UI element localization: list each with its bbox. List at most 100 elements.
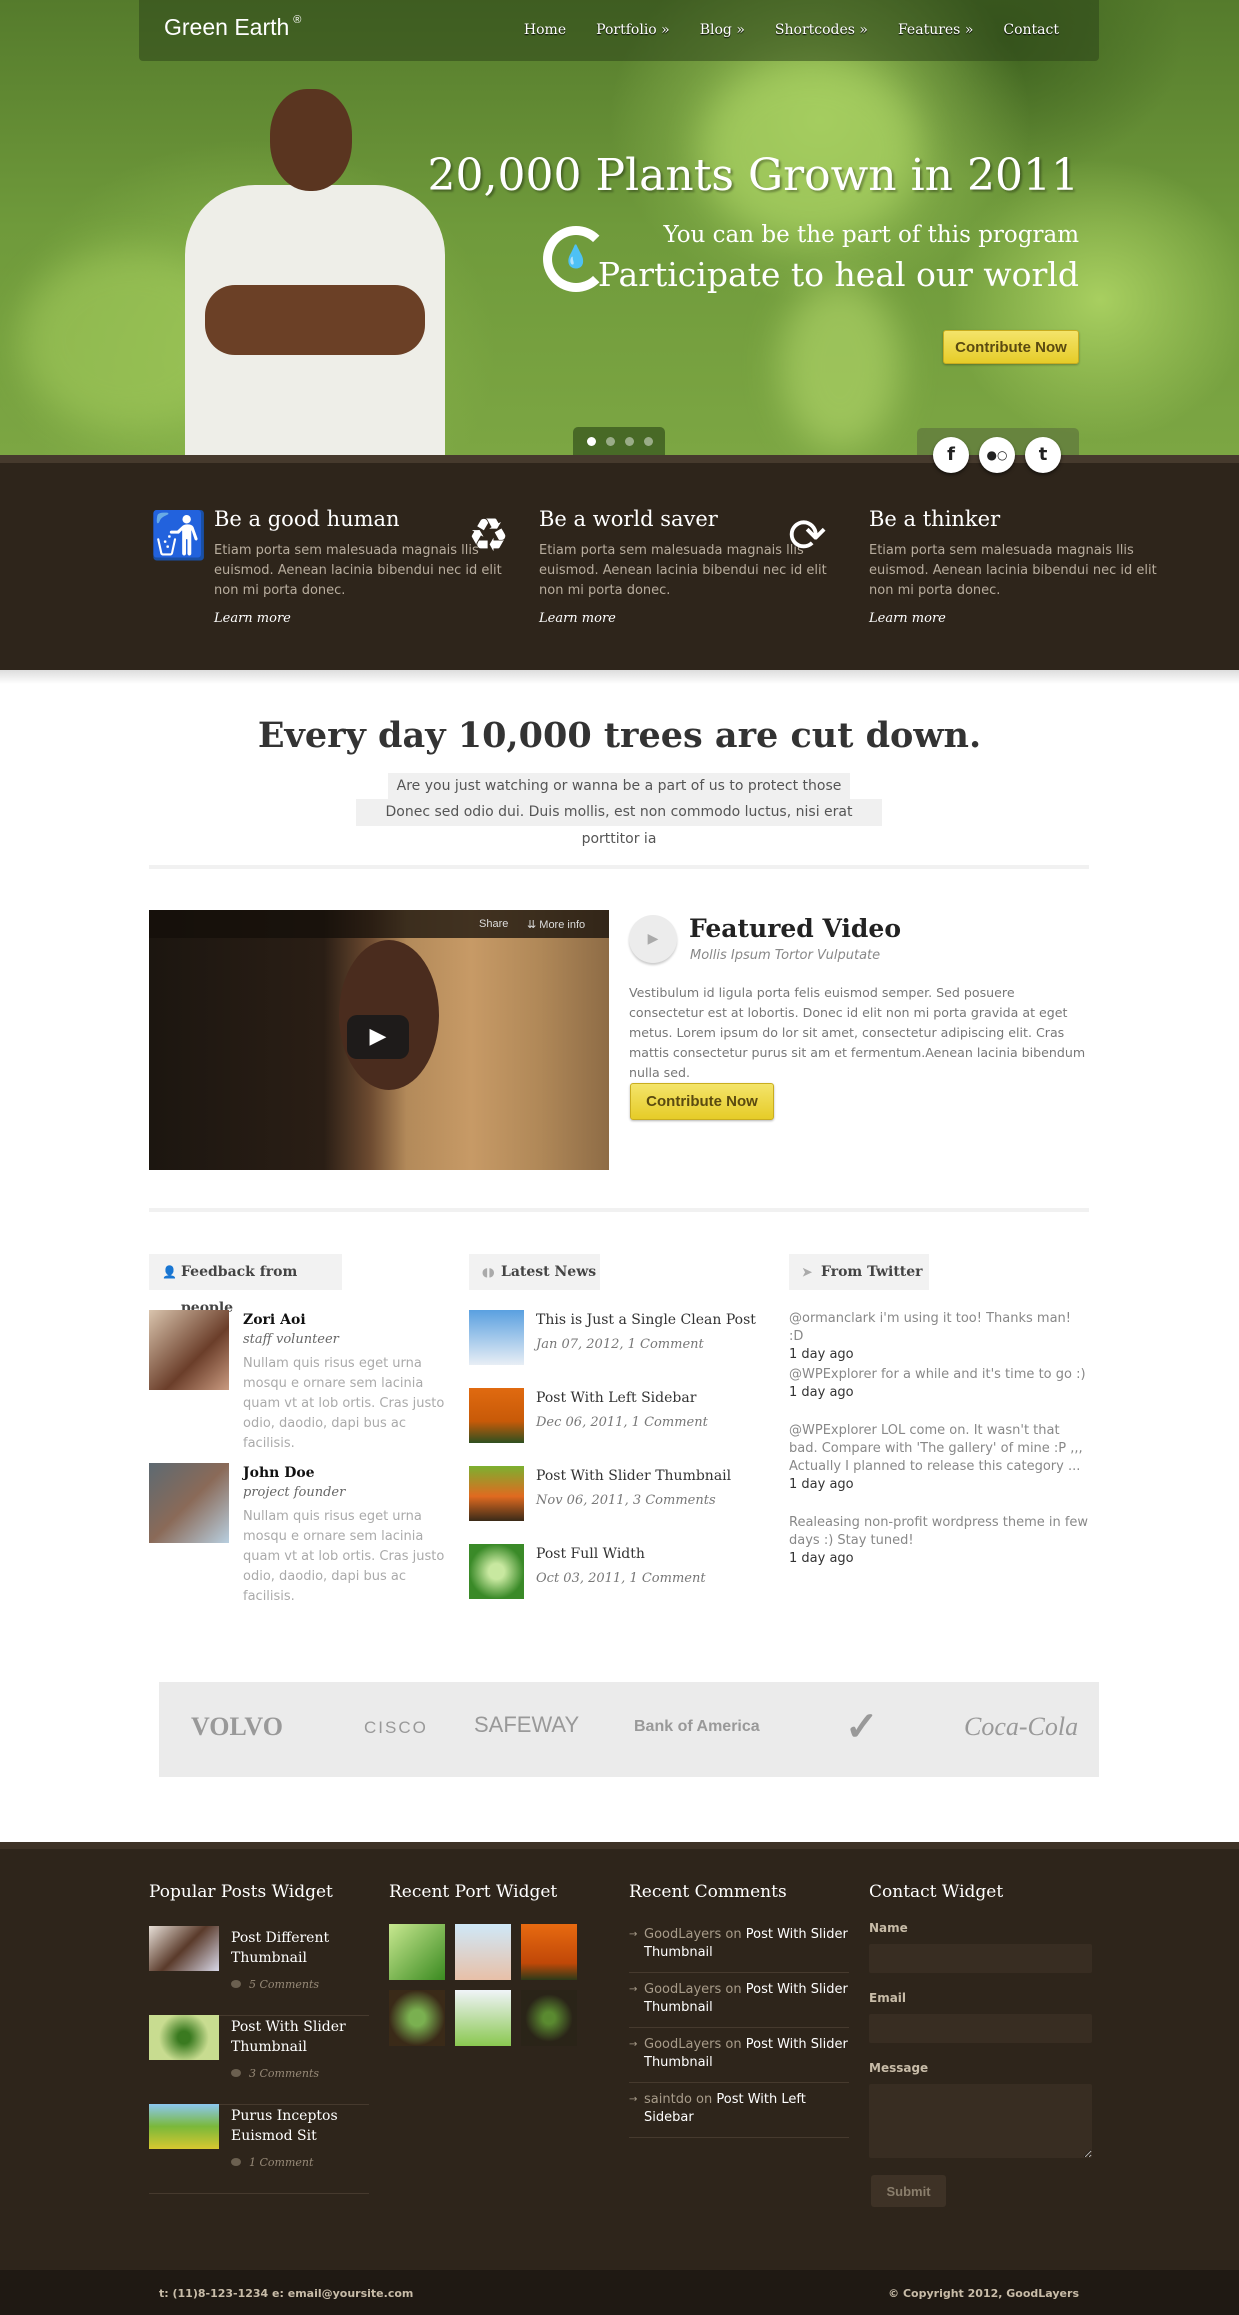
site-logo[interactable]: Green Earth ® — [164, 14, 301, 41]
post-comments: 3 Comments — [231, 2067, 319, 2080]
news-title-link[interactable]: This is Just a Single Clean Post — [536, 1312, 756, 1328]
nav-contact[interactable]: Contact — [1003, 22, 1059, 38]
tweet-time[interactable]: 1 day ago — [789, 1550, 1089, 1568]
divider — [149, 865, 1089, 869]
news-header: ◖◗ Latest News — [469, 1254, 600, 1290]
news-thumbnail — [469, 1544, 524, 1599]
post-title[interactable]: Post With Slider Thumbnail — [231, 2017, 371, 2057]
tweet-time[interactable]: 1 day ago — [789, 1346, 1089, 1364]
comment-author[interactable]: GoodLayers — [644, 2037, 721, 2052]
message-field[interactable] — [869, 2084, 1092, 2158]
news-title-link[interactable]: Post With Left Sidebar — [536, 1390, 696, 1406]
slide-dot-1[interactable] — [587, 437, 596, 446]
nav-portfolio[interactable]: Portfolio » — [596, 22, 670, 38]
learn-more-link[interactable]: Learn more — [539, 611, 839, 626]
nav-blog[interactable]: Blog » — [700, 22, 745, 38]
contact-widget-title: Contact Widget — [869, 1882, 1004, 1902]
comment-icon — [231, 2158, 241, 2166]
post-thumbnail — [149, 1926, 219, 1971]
slide-dot-4[interactable] — [644, 437, 653, 446]
testimonial-text: Nullam quis risus eget urna mosqu e orna… — [243, 1509, 445, 1604]
more-info-label: More info — [539, 919, 586, 931]
popular-post[interactable]: Post With Slider Thumbnail 3 Comments — [149, 2015, 369, 2105]
popular-post[interactable]: Purus Inceptos Euismod Sit 1 Comment — [149, 2104, 369, 2194]
recycle-bin-icon: ♻ — [468, 508, 510, 562]
comment-count: 5 Comments — [249, 1978, 320, 1991]
news-thumbnail — [469, 1388, 524, 1443]
learn-more-link[interactable]: Learn more — [869, 611, 1169, 626]
submit-button[interactable]: Submit — [871, 2175, 946, 2207]
post-title[interactable]: Post Different Thumbnail — [231, 1928, 371, 1968]
person-name: John Doe — [243, 1465, 315, 1481]
feature-thinker: Be a thinker Etiam porta sem malesuada m… — [869, 507, 1169, 626]
news-thumbnail — [469, 1310, 524, 1365]
nav-shortcodes[interactable]: Shortcodes » — [775, 22, 868, 38]
tweet-text: @ormanclark i'm using it too! Thanks man… — [789, 1311, 1071, 1344]
post-title[interactable]: Purus Inceptos Euismod Sit — [231, 2106, 371, 2146]
section-shadow — [0, 670, 1239, 684]
popular-post[interactable]: Post Different Thumbnail 5 Comments — [149, 1926, 369, 2016]
news-item[interactable]: Post With Left Sidebar Dec 06, 2011, 1 Co… — [469, 1388, 759, 1444]
learn-more-link[interactable]: Learn more — [214, 611, 514, 626]
comment-author[interactable]: saintdo — [644, 2092, 692, 2107]
partner-logos: VOLVO CISCO SAFEWAY Bank of America ✓ Co… — [159, 1682, 1099, 1777]
facebook-icon[interactable]: f — [933, 437, 969, 473]
nike-swoosh-logo: ✓ — [845, 1705, 879, 1749]
portfolio-thumb[interactable] — [521, 1924, 577, 1980]
recent-comment: GoodLayers on Post With Slider Thumbnail — [629, 2036, 849, 2083]
nav-features[interactable]: Features » — [898, 22, 973, 38]
news-item[interactable]: This is Just a Single Clean Post Jan 07, … — [469, 1310, 759, 1366]
person-role: staff volunteer — [243, 1332, 339, 1347]
recent-comment: GoodLayers on Post With Slider Thumbnail — [629, 1926, 849, 1973]
share-button[interactable]: Share — [479, 918, 508, 930]
hero-tagline: Participate to heal our world — [597, 255, 1079, 294]
video-topbar: Share ⇊ More info — [149, 910, 609, 938]
comment-icon — [231, 1980, 241, 1988]
comment-author[interactable]: GoodLayers — [644, 1982, 721, 1997]
play-circle-icon: ▶ — [629, 915, 677, 963]
coca-cola-logo: Coca-Cola — [964, 1712, 1079, 1741]
nav-home[interactable]: Home — [524, 22, 566, 38]
more-info-button[interactable]: ⇊ More info — [527, 918, 585, 931]
portfolio-thumb[interactable] — [389, 1990, 445, 2046]
tweet: @ormanclark i'm using it too! Thanks man… — [789, 1310, 1089, 1364]
portfolio-thumb[interactable] — [521, 1990, 577, 2046]
play-button[interactable]: ▶ — [347, 1015, 409, 1059]
comment-on: on — [725, 2037, 742, 2052]
hero-contribute-button[interactable]: Contribute Now — [943, 330, 1079, 364]
portfolio-thumb[interactable] — [455, 1924, 511, 1980]
crossed-arms — [205, 285, 425, 355]
news-title-link[interactable]: Post With Slider Thumbnail — [536, 1468, 731, 1484]
tweet-text: Realeasing non-profit wordpress theme in… — [789, 1515, 1089, 1548]
intro-heading: Every day 10,000 trees are cut down. — [257, 715, 982, 756]
tweet-time[interactable]: 1 day ago — [789, 1476, 1089, 1494]
comment-count: 3 Comments — [249, 2067, 320, 2080]
recent-port-title: Recent Port Widget — [389, 1882, 558, 1902]
email-field[interactable] — [869, 2014, 1092, 2043]
comment-icon — [231, 2069, 241, 2077]
news-meta: Oct 03, 2011, 1 Comment — [536, 1571, 706, 1586]
video-player[interactable]: Share ⇊ More info ▶ — [149, 910, 609, 1170]
flickr-icon[interactable]: ●○ — [979, 437, 1015, 473]
slide-dot-2[interactable] — [606, 437, 615, 446]
popular-posts-title: Popular Posts Widget — [149, 1882, 333, 1902]
portfolio-thumb[interactable] — [389, 1924, 445, 1980]
name-field[interactable] — [869, 1944, 1092, 1973]
comment-author[interactable]: GoodLayers — [644, 1927, 721, 1942]
feedback-title: Feedback from people — [181, 1264, 298, 1316]
news-title-link[interactable]: Post Full Width — [536, 1546, 645, 1562]
tweet-time[interactable]: 1 day ago — [789, 1384, 1089, 1402]
bank-of-america-logo: Bank of America — [634, 1718, 760, 1735]
video-contribute-button[interactable]: Contribute Now — [630, 1083, 774, 1120]
avatar — [149, 1463, 229, 1543]
news-thumbnail — [469, 1466, 524, 1521]
tweet: @WPExplorer LOL come on. It wasn't that … — [789, 1422, 1089, 1494]
portfolio-thumb[interactable] — [455, 1990, 511, 2046]
news-item[interactable]: Post Full Width Oct 03, 2011, 1 Comment — [469, 1544, 759, 1600]
twitter-icon[interactable]: t — [1025, 437, 1061, 473]
news-item[interactable]: Post With Slider Thumbnail Nov 06, 2011, … — [469, 1466, 759, 1522]
slide-dot-3[interactable] — [625, 437, 634, 446]
divider — [149, 1208, 1089, 1212]
bottom-bar: t: (11)8-123-1234 e: email@yoursite.com … — [0, 2270, 1239, 2315]
bokeh-leaf — [780, 280, 900, 450]
